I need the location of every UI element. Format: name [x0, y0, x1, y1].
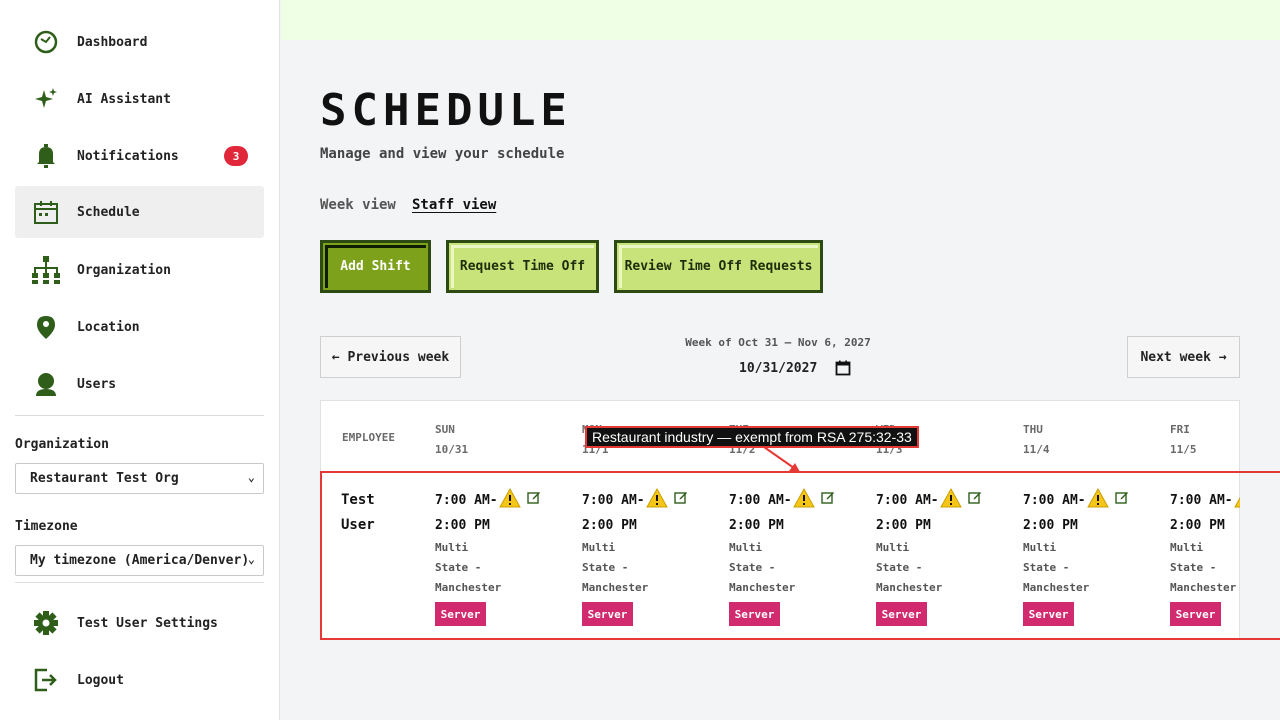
tab-staff-view[interactable]: Staff view — [412, 197, 496, 213]
sidebar-item-schedule[interactable]: Schedule — [15, 186, 264, 238]
tooltip-arrow-icon — [763, 446, 800, 472]
sidebar-item-label: Schedule — [77, 204, 140, 220]
highlighted-row-outline — [320, 471, 1280, 640]
week-date-value: 10/31/2027 — [739, 360, 818, 376]
sidebar-item-label: Logout — [77, 672, 124, 688]
day-name: SUN — [435, 423, 455, 436]
sidebar-item-ai-assistant[interactable]: AI Assistant — [15, 73, 264, 125]
tab-week-view[interactable]: Week view — [320, 197, 396, 213]
day-header-sun: SUN 10/31 — [435, 420, 468, 460]
sidebar-item-label: Notifications — [77, 148, 179, 164]
divider — [15, 415, 264, 416]
review-time-off-requests-button[interactable]: Review Time Off Requests — [614, 240, 823, 293]
request-time-off-button[interactable]: Request Time Off — [446, 240, 599, 293]
sidebar-item-logout[interactable]: Logout — [15, 654, 264, 706]
sidebar-item-label: Organization — [77, 262, 171, 278]
divider — [15, 582, 264, 583]
organization-select-value: Restaurant Test Org — [30, 471, 179, 486]
sidebar-item-users[interactable]: Users — [15, 358, 264, 410]
dashboard-icon — [31, 27, 61, 57]
sidebar-item-label: Location — [77, 319, 140, 335]
timezone-select[interactable]: My timezone (America/Denver) ⌄ — [15, 545, 264, 576]
logout-icon — [31, 665, 61, 695]
day-date: 10/31 — [435, 443, 469, 456]
calendar-icon — [31, 197, 61, 227]
calendar-picker-icon[interactable] — [835, 360, 851, 376]
notification-count-badge: 3 — [224, 146, 248, 166]
sidebar-item-location[interactable]: Location — [15, 301, 264, 353]
day-date: 11/4 — [1023, 443, 1050, 456]
location-pin-icon — [31, 312, 61, 342]
sidebar-item-organization[interactable]: Organization — [15, 244, 264, 296]
sidebar: Dashboard AI Assistant Notifications 3 S… — [0, 0, 280, 720]
gear-icon — [31, 608, 61, 638]
week-date-input[interactable]: 10/31/2027 — [739, 358, 859, 378]
request-time-off-label: Request Time Off — [459, 259, 586, 274]
add-shift-button[interactable]: Add Shift — [320, 240, 431, 293]
review-time-off-requests-label: Review Time Off Requests — [624, 259, 813, 274]
page-title: SCHEDULE — [320, 85, 572, 136]
org-chart-icon — [31, 255, 61, 285]
next-week-button[interactable]: Next week → — [1127, 336, 1240, 378]
chevron-down-icon: ⌄ — [247, 552, 255, 566]
exemption-tooltip: Restaurant industry — exempt from RSA 27… — [585, 426, 919, 448]
organization-select[interactable]: Restaurant Test Org ⌄ — [15, 463, 264, 494]
sidebar-item-label: AI Assistant — [77, 91, 171, 107]
sidebar-item-settings[interactable]: Test User Settings — [15, 597, 264, 649]
day-header-thu: THU 11/4 — [1023, 420, 1050, 460]
page-subtitle: Manage and view your schedule — [320, 146, 565, 162]
organization-label: Organization — [15, 437, 109, 452]
bell-icon — [31, 141, 61, 171]
sparkle-icon — [31, 84, 61, 114]
day-name: FRI — [1170, 423, 1190, 436]
day-header-fri: FRI 11/5 — [1170, 420, 1197, 460]
timezone-select-value: My timezone (America/Denver) — [30, 553, 250, 568]
user-icon — [31, 369, 61, 399]
day-name: THU — [1023, 423, 1043, 436]
sidebar-item-label: Dashboard — [77, 34, 148, 50]
previous-week-button[interactable]: ← Previous week — [320, 336, 461, 378]
sidebar-item-dashboard[interactable]: Dashboard — [15, 16, 264, 68]
day-date: 11/5 — [1170, 443, 1197, 456]
sidebar-item-notifications[interactable]: Notifications 3 — [15, 130, 264, 182]
sidebar-item-label: Test User Settings — [77, 615, 218, 631]
employee-column-header: EMPLOYEE — [342, 431, 395, 444]
sidebar-item-label: Users — [77, 376, 117, 392]
chevron-down-icon: ⌄ — [247, 470, 255, 484]
timezone-label: Timezone — [15, 519, 78, 534]
top-banner — [281, 0, 1280, 40]
add-shift-label: Add Shift — [340, 259, 411, 274]
week-caption: Week of Oct 31 – Nov 6, 2027 — [685, 336, 871, 349]
